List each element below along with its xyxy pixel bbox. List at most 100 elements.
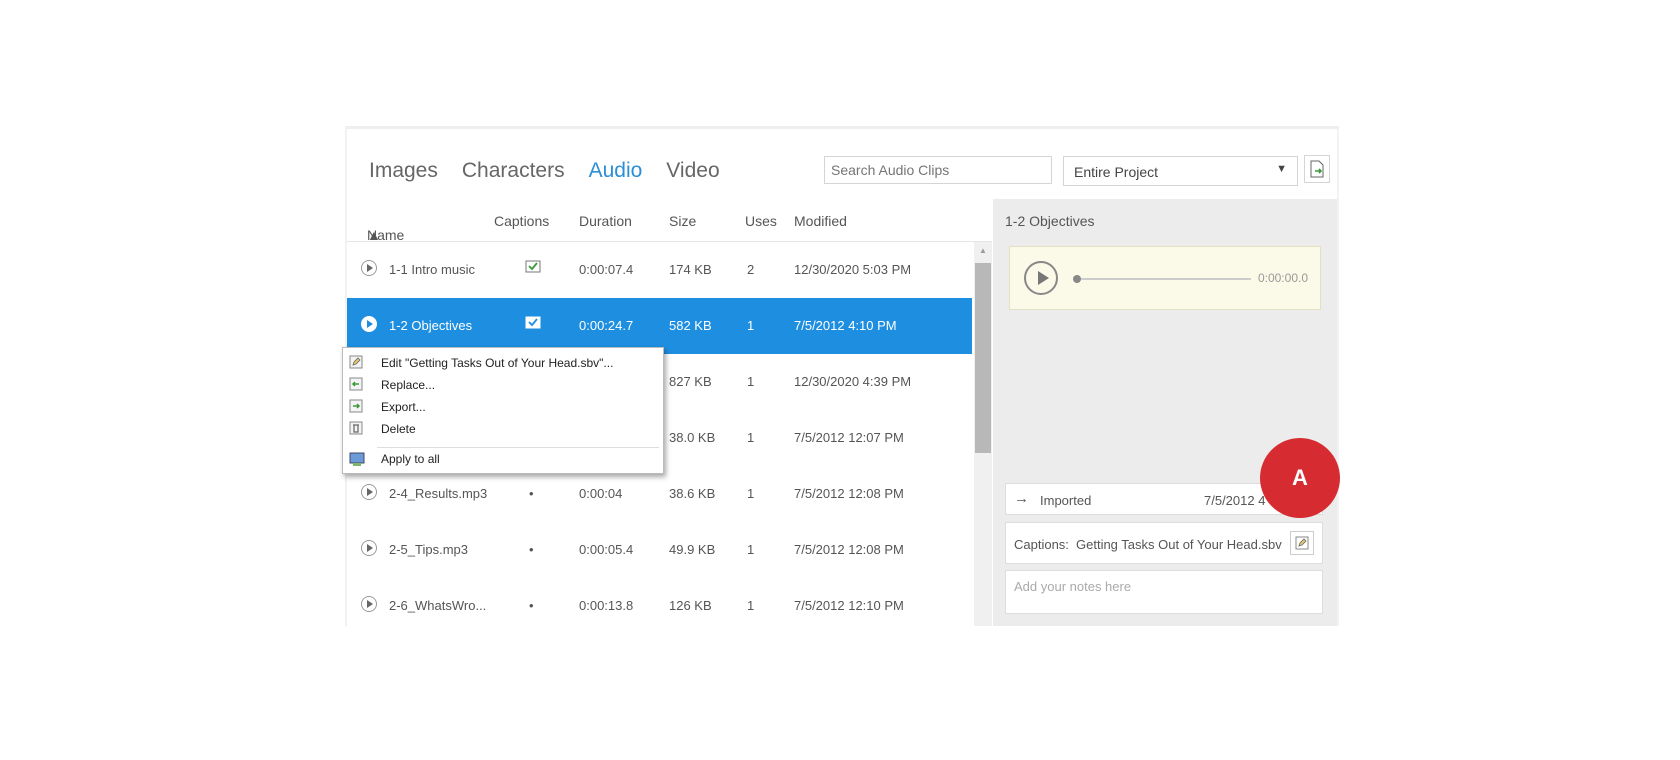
sort-up-icon: ▲	[367, 227, 381, 243]
edit-icon	[1295, 536, 1309, 550]
table-header: Name ▲ Captions Duration Size Uses Modif…	[347, 199, 992, 243]
replace-icon	[349, 377, 363, 391]
export-icon	[349, 399, 363, 413]
row-modified: 12/30/2020 5:03 PM	[794, 262, 912, 277]
captions-label: Captions:	[1014, 537, 1069, 552]
row-modified: 7/5/2012 4:10 PM	[794, 318, 897, 333]
menu-item-label: Export...	[381, 400, 426, 414]
tab-audio[interactable]: Audio	[589, 159, 643, 183]
play-button-icon[interactable]	[1024, 261, 1058, 295]
context-menu: Edit "Getting Tasks Out of Your Head.sbv…	[342, 347, 664, 474]
row-size: 582 KB	[669, 318, 712, 333]
tab-characters[interactable]: Characters	[462, 159, 565, 183]
seek-handle[interactable]	[1073, 275, 1081, 283]
scope-dropdown-value: Entire Project	[1074, 164, 1159, 180]
scroll-up-icon[interactable]: ▲	[979, 246, 987, 255]
table-row[interactable]: 2-4_Results.mp3 • 0:00:04 38.6 KB 1 7/5/…	[347, 466, 972, 522]
row-uses: 1	[747, 318, 755, 333]
menu-item-apply-all[interactable]: Apply to all	[343, 448, 663, 470]
play-icon[interactable]	[361, 540, 377, 556]
row-duration: 0:00:04	[579, 486, 623, 501]
row-uses: 1	[747, 486, 755, 501]
row-uses: 2	[747, 262, 755, 277]
row-name: 2-5_Tips.mp3	[389, 542, 468, 557]
imported-date: 7/5/2012 4	[1204, 493, 1266, 508]
row-uses: 1	[747, 542, 755, 557]
menu-item-label: Edit "Getting Tasks Out of Your Head.sbv…	[381, 356, 614, 370]
row-size: 827 KB	[669, 374, 712, 389]
search-input[interactable]	[824, 156, 1052, 184]
row-uses: 1	[747, 430, 755, 445]
row-duration: 0:00:07.4	[579, 262, 634, 277]
scrollbar-thumb[interactable]	[975, 263, 991, 453]
row-modified: 12/30/2020 4:39 PM	[794, 374, 912, 389]
captions-row: Captions: Getting Tasks Out of Your Head…	[1005, 522, 1323, 564]
row-modified: 7/5/2012 12:08 PM	[794, 542, 904, 557]
column-modified[interactable]: Modified	[794, 213, 847, 229]
caption-check-icon	[525, 316, 541, 329]
notes-field[interactable]: Add your notes here	[1005, 570, 1323, 614]
play-icon[interactable]	[361, 484, 377, 500]
row-modified: 7/5/2012 12:07 PM	[794, 430, 904, 445]
chevron-down-icon: ▼	[1276, 163, 1287, 175]
row-name: 1-1 Intro music	[389, 262, 475, 277]
column-size[interactable]: Size	[669, 213, 696, 229]
audio-player: 0:00:00.0	[1009, 246, 1321, 310]
row-size: 174 KB	[669, 262, 712, 277]
imported-label: Imported	[1040, 493, 1092, 508]
menu-item-export[interactable]: Export...	[343, 396, 663, 418]
row-duration: 0:00:24.7	[579, 318, 634, 333]
table-row[interactable]: 1-1 Intro music 0:00:07.4 174 KB 2 12/30…	[347, 242, 972, 298]
column-captions[interactable]: Captions	[494, 213, 549, 229]
detail-pane: 1-2 Objectives 0:00:00.0 → Imported 7/5/…	[993, 199, 1337, 626]
edit-icon	[349, 355, 363, 369]
row-name: 2-4_Results.mp3	[389, 486, 488, 501]
media-tabs: Images Characters Audio Video	[369, 159, 744, 183]
apply-all-icon	[349, 452, 365, 466]
row-uses: 1	[747, 374, 755, 389]
caption-check-icon	[525, 260, 541, 273]
play-icon[interactable]	[361, 596, 377, 612]
menu-item-label: Replace...	[381, 378, 436, 392]
table-row[interactable]: 2-6_WhatsWro... • 0:00:13.8 126 KB 1 7/5…	[347, 578, 972, 626]
row-size: 38.6 KB	[669, 486, 716, 501]
menu-item-delete[interactable]: Delete	[343, 418, 663, 440]
menu-item-replace[interactable]: Replace...	[343, 374, 663, 396]
row-name: 1-2 Objectives	[389, 318, 473, 333]
tab-images[interactable]: Images	[369, 159, 438, 183]
export-icon	[1310, 160, 1324, 178]
column-uses[interactable]: Uses	[745, 213, 777, 229]
table-row-selected[interactable]: 1-2 Objectives 0:00:24.7 582 KB 1 7/5/20…	[347, 298, 972, 354]
detail-title: 1-2 Objectives	[1005, 213, 1095, 229]
table-row[interactable]: 2-5_Tips.mp3 • 0:00:05.4 49.9 KB 1 7/5/2…	[347, 522, 972, 578]
seek-track[interactable]	[1081, 278, 1251, 280]
play-icon[interactable]	[361, 316, 377, 332]
row-modified: 7/5/2012 12:08 PM	[794, 486, 904, 501]
player-time: 0:00:00.0	[1257, 271, 1308, 285]
row-captions: •	[529, 486, 534, 501]
arrow-right-icon: →	[1014, 490, 1029, 507]
play-icon[interactable]	[361, 260, 377, 276]
row-uses: 1	[747, 598, 755, 613]
delete-icon	[349, 421, 363, 435]
list-scrollbar[interactable]: ▲	[974, 242, 992, 626]
edit-captions-button[interactable]	[1290, 531, 1314, 555]
menu-item-label: Delete	[381, 422, 416, 436]
column-duration[interactable]: Duration	[579, 213, 632, 229]
tab-video[interactable]: Video	[666, 159, 719, 183]
menu-item-edit[interactable]: Edit "Getting Tasks Out of Your Head.sbv…	[343, 352, 663, 374]
row-size: 38.0 KB	[669, 430, 716, 445]
row-size: 49.9 KB	[669, 542, 716, 557]
row-duration: 0:00:13.8	[579, 598, 634, 613]
export-list-button[interactable]	[1304, 155, 1330, 183]
callout-badge: A	[1260, 438, 1340, 518]
scope-dropdown[interactable]: Entire Project ▼	[1063, 156, 1298, 186]
row-duration: 0:00:05.4	[579, 542, 634, 557]
row-size: 126 KB	[669, 598, 712, 613]
row-captions: •	[529, 542, 534, 557]
row-name: 2-6_WhatsWro...	[389, 598, 487, 613]
row-captions: •	[529, 598, 534, 613]
menu-item-label: Apply to all	[381, 452, 440, 466]
captions-file: Getting Tasks Out of Your Head.sbv	[1076, 537, 1282, 552]
row-modified: 7/5/2012 12:10 PM	[794, 598, 904, 613]
